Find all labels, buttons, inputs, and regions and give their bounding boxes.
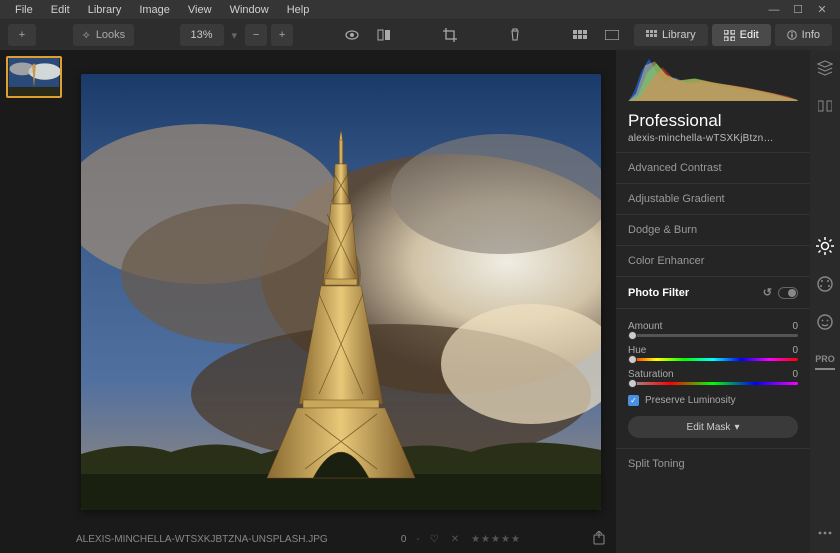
zoom-out-button[interactable]: − <box>245 24 267 46</box>
visibility-toggle[interactable] <box>778 287 798 299</box>
saturation-label: Saturation <box>628 369 674 380</box>
tab-edit-label: Edit <box>740 29 759 41</box>
filter-split-toning[interactable]: Split Toning <box>616 448 810 479</box>
menu-image[interactable]: Image <box>130 2 179 18</box>
edit-mask-button[interactable]: Edit Mask ▾ <box>628 416 798 438</box>
x-icon[interactable]: ✕ <box>451 534 459 545</box>
zoom-in-button[interactable]: + <box>271 24 293 46</box>
export-icon[interactable] <box>593 531 605 548</box>
zoom-value[interactable]: 13% <box>180 24 224 46</box>
pro-icon[interactable]: PRO <box>815 350 835 370</box>
more-icon[interactable] <box>815 523 835 543</box>
tab-info-label: Info <box>802 29 820 41</box>
star-rating[interactable]: ★★★★★ <box>471 534 520 545</box>
panel-subtitle: alexis-minchella-wTSXKjBtzn… <box>616 133 810 152</box>
chevron-down-icon: ▾ <box>734 422 739 433</box>
menubar: File Edit Library Image View Window Help… <box>0 0 840 20</box>
filter-color-enhancer[interactable]: Color Enhancer <box>616 245 810 276</box>
toolbar: + ✧ Looks 13% ▾ − + Library Edit <box>0 20 840 50</box>
preview-toggle[interactable] <box>338 24 366 46</box>
add-button[interactable]: + <box>8 24 36 46</box>
thumbnail-1[interactable] <box>6 56 62 98</box>
single-view-button[interactable] <box>598 24 626 46</box>
filename-label: ALEXIS-MINCHELLA-WTSXKJBTZNA-UNSPLASH.JP… <box>76 534 328 545</box>
menu-help[interactable]: Help <box>278 2 319 18</box>
panel-title: Professional <box>616 105 810 133</box>
mask-label: Edit Mask <box>687 422 731 433</box>
slider-hue: Hue0 <box>628 345 798 361</box>
filter-adjustable-gradient[interactable]: Adjustable Gradient <box>616 183 810 214</box>
filmstrip <box>0 50 66 553</box>
minimize-button[interactable]: — <box>762 1 786 19</box>
checkbox-icon: ✓ <box>628 395 639 406</box>
erase-button[interactable] <box>501 24 529 46</box>
compare-rail-icon[interactable] <box>815 96 835 116</box>
filter-dodge-burn[interactable]: Dodge & Burn <box>616 214 810 245</box>
crop-button[interactable] <box>436 24 464 46</box>
portrait-icon[interactable] <box>815 312 835 332</box>
dash-icon: - <box>416 534 419 545</box>
tab-edit[interactable]: Edit <box>712 24 771 46</box>
preserve-luminosity-row[interactable]: ✓ Preserve Luminosity <box>628 395 798 406</box>
layers-icon[interactable] <box>815 58 835 78</box>
preserve-luminosity-label: Preserve Luminosity <box>645 395 736 406</box>
zoom-group: 13% ▾ − + <box>146 24 294 46</box>
main-photo[interactable] <box>81 74 601 510</box>
hue-slider[interactable] <box>628 358 798 361</box>
amount-slider[interactable] <box>628 334 798 337</box>
zoom-chevron-icon[interactable]: ▾ <box>232 29 238 42</box>
histogram[interactable] <box>616 50 810 105</box>
magic-wand-icon: ✧ <box>82 29 91 42</box>
amount-value: 0 <box>792 321 798 332</box>
canvas-area: ALEXIS-MINCHELLA-WTSXKJBTZNA-UNSPLASH.JP… <box>66 50 615 553</box>
maximize-button[interactable]: ☐ <box>786 1 810 19</box>
grid-view-button[interactable] <box>566 24 594 46</box>
close-button[interactable]: ✕ <box>810 1 834 19</box>
menu-view[interactable]: View <box>179 2 221 18</box>
menu-file[interactable]: File <box>6 2 42 18</box>
compare-button[interactable] <box>370 24 398 46</box>
right-panel: Professional alexis-minchella-wTSXKjBtzn… <box>615 50 810 553</box>
essentials-icon[interactable] <box>815 236 835 256</box>
photo-filter-controls: Amount0 Hue0 Saturation 0 ✓ Preserve Lumi… <box>616 308 810 448</box>
creative-icon[interactable] <box>815 274 835 294</box>
filter-photo-filter[interactable]: Photo Filter ↺ <box>616 276 810 308</box>
tab-info[interactable]: Info <box>775 24 832 46</box>
menu-edit[interactable]: Edit <box>42 2 79 18</box>
slider-amount: Amount0 <box>628 321 798 337</box>
tab-library-label: Library <box>662 29 696 41</box>
canvas <box>66 50 615 525</box>
heart-icon[interactable]: ♡ <box>430 534 439 545</box>
filter-advanced-contrast[interactable]: Advanced Contrast <box>616 152 810 183</box>
hue-value: 0 <box>792 345 798 356</box>
right-rail: PRO <box>810 50 840 553</box>
saturation-slider[interactable] <box>628 382 798 385</box>
menu-window[interactable]: Window <box>221 2 278 18</box>
statusbar: ALEXIS-MINCHELLA-WTSXKJBTZNA-UNSPLASH.JP… <box>66 525 615 553</box>
menu-library[interactable]: Library <box>79 2 131 18</box>
reset-icon[interactable]: ↺ <box>763 286 772 299</box>
slider-saturation: Saturation 0 <box>628 369 798 385</box>
rating-count: 0 <box>401 534 407 545</box>
active-filter-label: Photo Filter <box>628 287 689 299</box>
looks-label: Looks <box>96 29 125 41</box>
looks-button[interactable]: ✧ Looks <box>73 24 133 46</box>
main-layout: ALEXIS-MINCHELLA-WTSXKJBTZNA-UNSPLASH.JP… <box>0 50 840 553</box>
saturation-value: 0 <box>792 369 798 380</box>
tab-library[interactable]: Library <box>634 24 708 46</box>
